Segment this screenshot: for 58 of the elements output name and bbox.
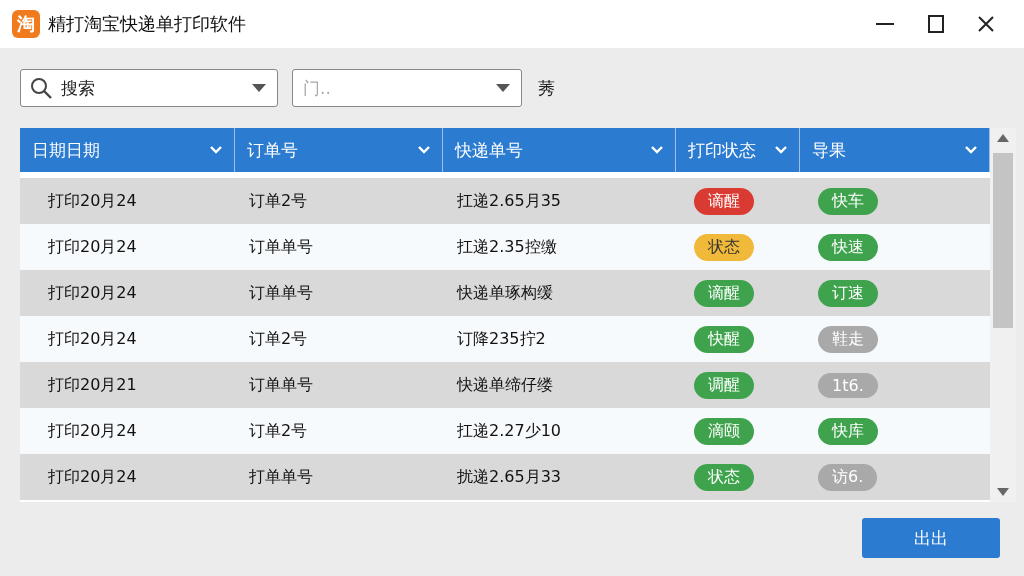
tag-badge: 快库: [818, 417, 878, 445]
date-cell-text: 打印20月24: [47, 466, 138, 488]
tracking-cell-text: 快递单琢构缓: [455, 282, 554, 304]
scrollbar-thumb[interactable]: [993, 152, 1013, 328]
tag-badge: 访6.: [818, 463, 878, 491]
tag-badge: 鞋走: [818, 325, 878, 353]
tracking-cell-text: 订降235拧2: [456, 328, 547, 350]
status-badge: 快醒: [694, 325, 754, 353]
toolbar-label: 莠: [538, 76, 555, 100]
column-header[interactable]: 订单号: [235, 128, 443, 172]
date-cell-text: 打印20月24: [47, 328, 138, 350]
status-badge: 状态: [694, 233, 754, 261]
date-cell-text: 打印20月24: [47, 190, 138, 212]
column-header[interactable]: 打印状态: [676, 128, 800, 172]
status-badge: 状态: [694, 463, 754, 491]
filter-dropdown[interactable]: 门..: [292, 69, 522, 107]
tracking-cell-text: 扛递2.27少10: [456, 420, 562, 442]
order-cell-text: 订单单号: [248, 374, 314, 396]
tag-badge: 快车: [818, 187, 878, 215]
output-button[interactable]: 出出: [862, 518, 1000, 558]
maximize-icon[interactable]: [928, 15, 944, 33]
chevron-down-icon: [775, 146, 787, 154]
tag-badge: 订速: [818, 279, 878, 307]
search-field[interactable]: 搜索: [20, 69, 278, 107]
chevron-down-icon: [965, 146, 977, 154]
status-badge: 谪醒: [694, 187, 754, 215]
date-cell-text: 打印20月24: [47, 282, 138, 304]
scroll-up-icon[interactable]: [997, 134, 1009, 142]
search-icon: [30, 77, 52, 99]
tracking-cell-text: 扛递2.35控缴: [456, 236, 558, 258]
scroll-down-icon[interactable]: [997, 488, 1009, 496]
order-cell-text: 订单单号: [248, 236, 314, 258]
tracking-cell-text: 快递单缔仔缕: [455, 374, 554, 396]
column-header[interactable]: 快递单号: [443, 128, 676, 172]
date-cell-text: 打印20月24: [47, 420, 138, 442]
order-cell-text: 订单2号: [248, 190, 309, 212]
tracking-cell-text: 扛递2.65月35: [456, 190, 562, 212]
tag-badge: 1t6.: [818, 372, 878, 398]
date-cell-text: 打印20月21: [47, 374, 138, 396]
close-icon[interactable]: [978, 16, 994, 32]
dropdown-arrow-icon: [496, 84, 510, 92]
status-badge: 谪醒: [694, 279, 754, 307]
app-logo: 淘: [12, 10, 40, 38]
date-cell-text: 打印20月24: [47, 236, 138, 258]
chevron-down-icon: [210, 146, 222, 154]
tag-badge: 快速: [818, 233, 878, 261]
chevron-down-icon: [651, 146, 663, 154]
order-cell-text: 订单2号: [248, 328, 309, 350]
status-badge: 调醒: [694, 371, 754, 399]
chevron-down-icon: [418, 146, 430, 154]
column-header[interactable]: 日期日期: [20, 128, 235, 172]
order-cell-text: 订单2号: [248, 420, 309, 442]
window-title: 精打淘宝快递单打印软件: [48, 12, 247, 36]
status-badge: 滴颐: [694, 417, 754, 445]
order-cell-text: 打单单号: [248, 466, 314, 488]
tracking-cell-text: 扰递2.65月33: [456, 466, 562, 488]
order-cell-text: 订单单号: [248, 282, 314, 304]
dropdown-arrow-icon: [252, 84, 266, 92]
